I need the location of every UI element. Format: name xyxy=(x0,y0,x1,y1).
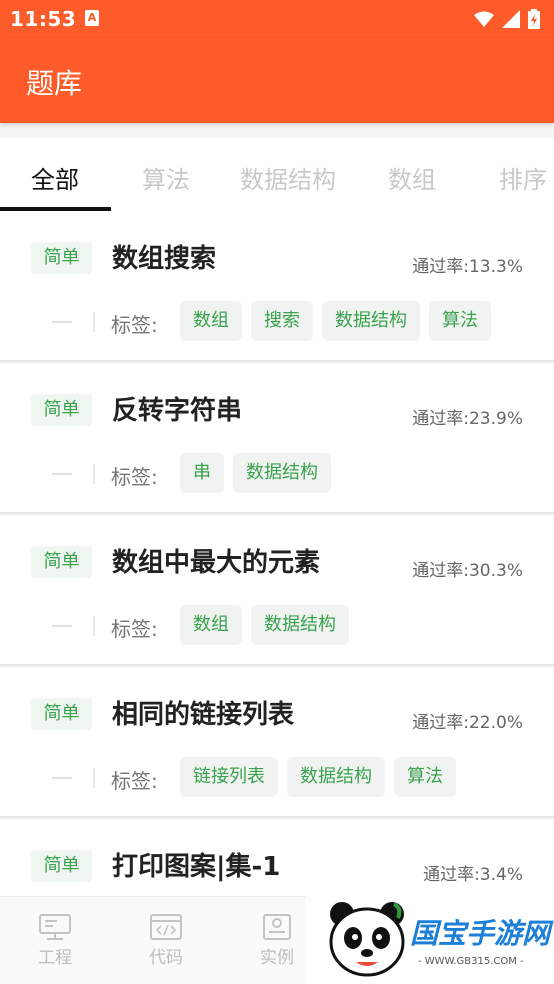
dash-divider xyxy=(52,473,72,475)
pass-rate: 通过率:13.3% xyxy=(412,257,523,277)
vertical-divider xyxy=(93,616,95,636)
tag[interactable]: 数组 xyxy=(180,301,242,341)
category-tabs: 全部 算法 数据结构 数组 排序 xyxy=(0,138,554,212)
nav-code[interactable]: 代码 xyxy=(136,913,196,968)
dash-divider xyxy=(52,777,72,779)
project-icon xyxy=(39,914,71,940)
tag[interactable]: 链接列表 xyxy=(180,757,278,797)
tags-label: 标签: xyxy=(111,769,158,793)
pass-rate: 通过率:30.3% xyxy=(412,561,523,581)
question-title: 打印图案|集-1 xyxy=(112,852,281,882)
tag-list: 数组 数据结构 xyxy=(180,605,349,645)
tag-list: 链接列表 数据结构 算法 xyxy=(180,757,456,797)
nav-example[interactable]: 实例 xyxy=(247,913,307,968)
battery-charging-icon xyxy=(528,9,540,29)
difficulty-badge: 简单 xyxy=(31,394,92,426)
tag[interactable]: 数据结构 xyxy=(251,605,349,645)
question-title: 反转字符串 xyxy=(112,396,243,426)
status-bar: 11:53 A xyxy=(0,0,554,38)
tab-array[interactable]: 数组 xyxy=(388,160,436,195)
page-title: 题库 xyxy=(26,67,83,100)
tab-sort[interactable]: 排序 xyxy=(499,160,547,195)
tab-all[interactable]: 全部 xyxy=(31,160,79,195)
tag[interactable]: 串 xyxy=(180,453,224,493)
tab-data-structure[interactable]: 数据结构 xyxy=(240,160,336,195)
question-title: 相同的链接列表 xyxy=(112,700,295,730)
tag[interactable]: 算法 xyxy=(394,757,456,797)
pass-rate: 通过率:22.0% xyxy=(412,713,523,733)
nav-label: 代码 xyxy=(149,948,183,968)
pass-rate: 通过率:3.4% xyxy=(423,865,523,885)
difficulty-badge: 简单 xyxy=(31,546,92,578)
question-title: 数组中最大的元素 xyxy=(112,548,321,578)
tag-list: 串 数据结构 xyxy=(180,453,331,493)
wifi-icon xyxy=(474,11,494,27)
panda-logo xyxy=(329,902,405,977)
watermark: 国宝手游网 - WWW.GB315.COM - xyxy=(306,892,554,984)
tag[interactable]: 数据结构 xyxy=(233,453,331,493)
tag[interactable]: 算法 xyxy=(429,301,491,341)
difficulty-badge: 简单 xyxy=(31,242,92,274)
dash-divider xyxy=(52,321,72,323)
app-bar: 题库 xyxy=(0,38,554,123)
tags-label: 标签: xyxy=(111,617,158,641)
notification-a-icon: A xyxy=(85,10,99,26)
watermark-url: - WWW.GB315.COM - xyxy=(418,956,524,967)
tags-label: 标签: xyxy=(111,313,158,337)
status-icons xyxy=(474,8,540,30)
tag[interactable]: 数组 xyxy=(180,605,242,645)
tags-label: 标签: xyxy=(111,465,158,489)
watermark-text: 国宝手游网 xyxy=(410,917,551,950)
vertical-divider xyxy=(93,768,95,788)
dash-divider xyxy=(52,625,72,627)
tag-list: 数组 搜索 数据结构 算法 xyxy=(180,301,491,341)
code-icon xyxy=(150,914,182,940)
question-card[interactable]: 简单 相同的链接列表 通过率:22.0% 标签: 链接列表 数据结构 算法 xyxy=(0,668,554,818)
tag[interactable]: 搜索 xyxy=(251,301,313,341)
nav-label: 实例 xyxy=(260,948,294,968)
tag[interactable]: 数据结构 xyxy=(287,757,385,797)
pass-rate: 通过率:23.9% xyxy=(412,409,523,429)
active-tab-indicator xyxy=(0,207,111,211)
tag[interactable]: 数据结构 xyxy=(322,301,420,341)
difficulty-badge: 简单 xyxy=(31,698,92,730)
difficulty-badge: 简单 xyxy=(31,850,92,882)
tab-algorithm[interactable]: 算法 xyxy=(142,160,190,195)
example-icon xyxy=(263,914,291,940)
question-title: 数组搜索 xyxy=(112,244,217,274)
nav-label: 工程 xyxy=(38,948,72,968)
signal-icon xyxy=(502,10,520,28)
question-card[interactable]: 简单 数组中最大的元素 通过率:30.3% 标签: 数组 数据结构 xyxy=(0,516,554,666)
question-card[interactable]: 简单 反转字符串 通过率:23.9% 标签: 串 数据结构 xyxy=(0,364,554,514)
question-card[interactable]: 简单 数组搜索 通过率:13.3% 标签: 数组 搜索 数据结构 算法 xyxy=(0,212,554,362)
vertical-divider xyxy=(93,312,95,332)
vertical-divider xyxy=(93,464,95,484)
status-time: 11:53 xyxy=(10,7,77,31)
nav-project[interactable]: 工程 xyxy=(25,913,85,968)
